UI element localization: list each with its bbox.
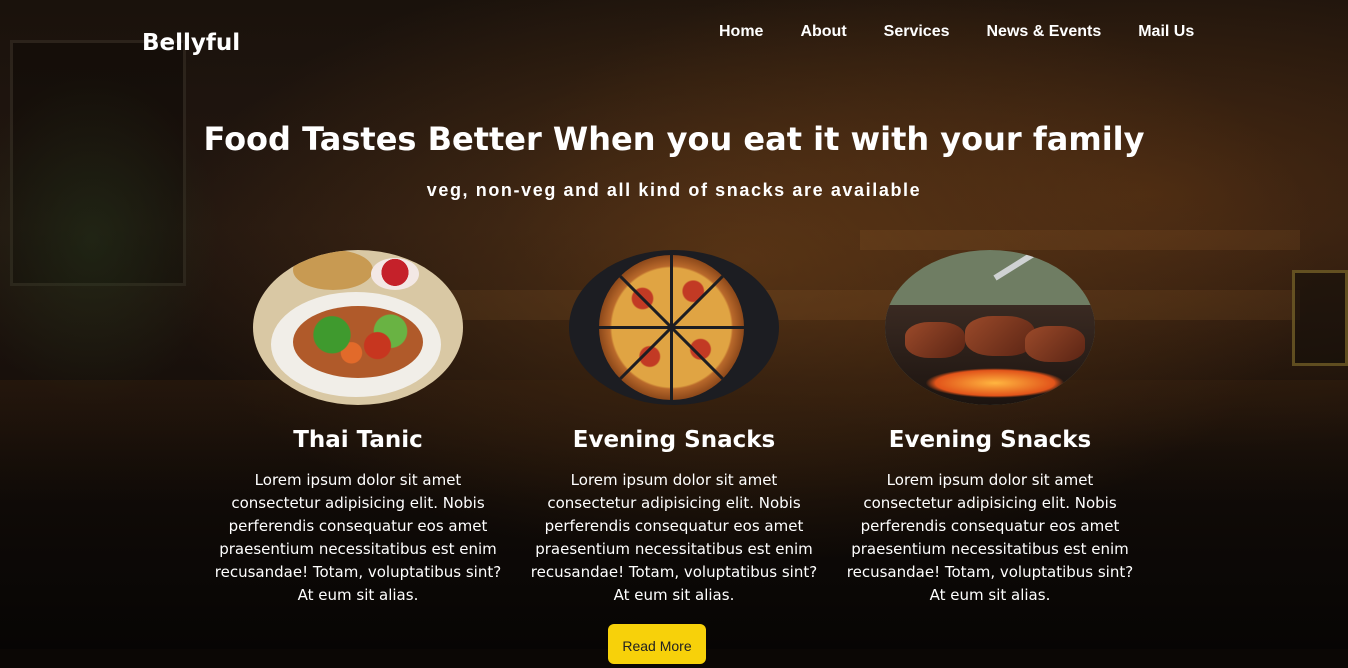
main-nav: Home About Services News & Events Mail U… (719, 23, 1194, 41)
hero-subtitle: veg, non-veg and all kind of snacks are … (426, 180, 922, 200)
fire-shape (925, 368, 1065, 398)
card-title: Evening Snacks (888, 427, 1092, 453)
nav-home[interactable]: Home (719, 23, 763, 41)
nav-news-events[interactable]: News & Events (987, 23, 1102, 41)
background-plant (0, 60, 230, 420)
card-title: Thai Tanic (293, 427, 423, 453)
nav-about[interactable]: About (800, 23, 846, 41)
bbq-image (885, 250, 1095, 405)
food-card-evening-snacks-bbq: Evening Snacks Lorem ipsum dolor sit ame… (840, 250, 1140, 607)
sauce-bowl-shape (371, 258, 419, 290)
background-shelf (860, 230, 1300, 250)
food-card-evening-snacks: Evening Snacks Lorem ipsum dolor sit ame… (524, 250, 824, 607)
pizza-image (569, 250, 779, 405)
card-description: Lorem ipsum dolor sit amet consectetur a… (530, 471, 818, 604)
salad-shape (293, 306, 423, 378)
brand-logo[interactable]: Bellyful (142, 30, 240, 56)
rice-shape (293, 250, 373, 290)
sausage-shape (905, 322, 965, 358)
card-description: Lorem ipsum dolor sit amet consectetur a… (214, 471, 502, 604)
nav-mail-us[interactable]: Mail Us (1138, 23, 1194, 41)
read-more-button[interactable]: Read More (608, 624, 706, 664)
card-title: Evening Snacks (572, 427, 776, 453)
card-description: Lorem ipsum dolor sit amet consectetur a… (846, 471, 1134, 604)
nav-services[interactable]: Services (884, 23, 950, 41)
tongs-shape (993, 250, 1078, 281)
hero-title: Food Tastes Better When you eat it with … (203, 120, 1145, 158)
meat-shape (1025, 326, 1085, 362)
thai-salad-image (253, 250, 463, 405)
food-card-thai-tanic: Thai Tanic Lorem ipsum dolor sit amet co… (208, 250, 508, 607)
background-sign (1292, 270, 1348, 366)
